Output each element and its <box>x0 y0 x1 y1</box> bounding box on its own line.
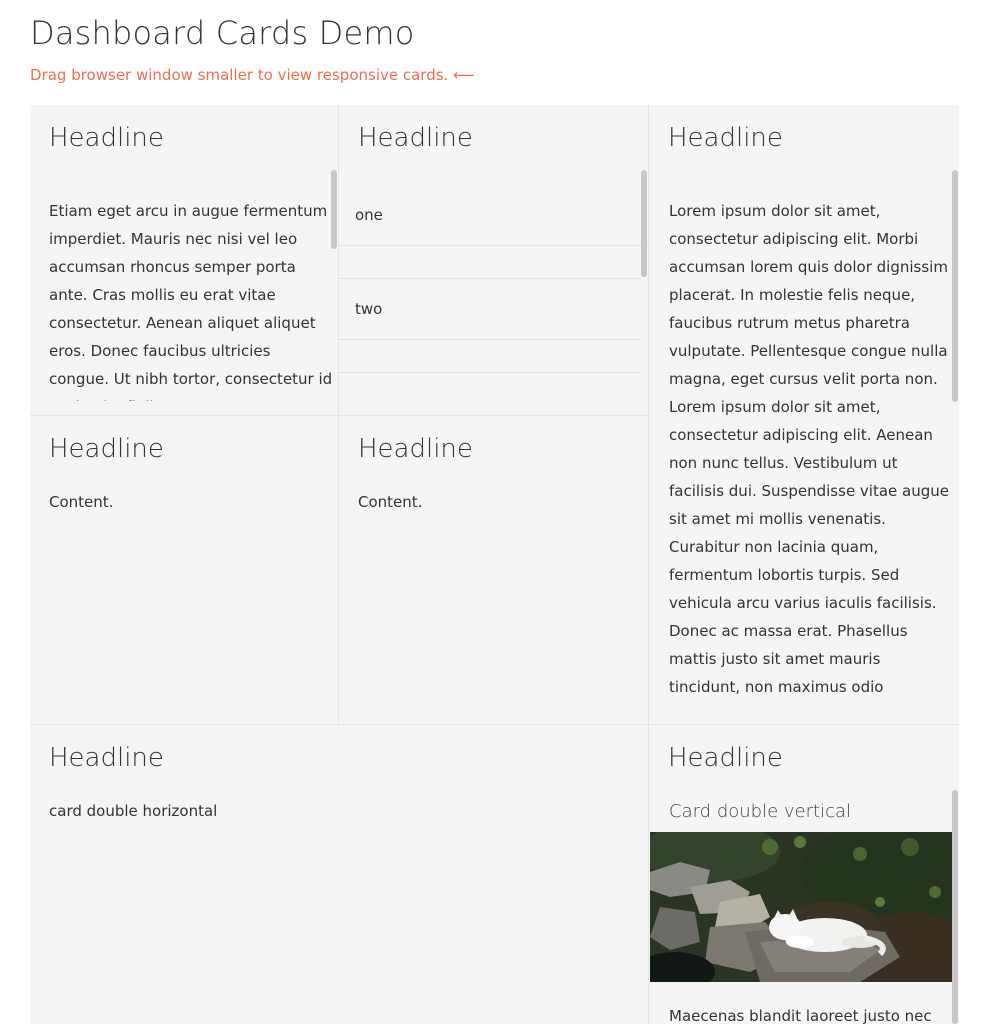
card-body-text: Content. <box>358 493 423 511</box>
card-headline: Headline <box>49 123 164 153</box>
page-title: Dashboard Cards Demo <box>30 14 415 52</box>
card-scrollbar[interactable] <box>952 170 958 402</box>
card-scrollbar[interactable] <box>952 790 958 1024</box>
card-list[interactable]: one two <box>339 185 641 403</box>
card-scroll-area[interactable]: Etiam eget arcu in augue fermentum imper… <box>49 197 334 401</box>
list-item[interactable]: one <box>339 206 641 224</box>
dashboard-grid: Headline Etiam eget arcu in augue fermen… <box>30 105 959 1024</box>
card-headline: Headline <box>49 743 164 773</box>
card-1: Headline Etiam eget arcu in augue fermen… <box>30 105 338 415</box>
card-2: Headline one two <box>339 105 648 415</box>
list-divider <box>339 339 641 340</box>
card-subheading: Card double vertical <box>669 801 852 822</box>
card-body-text: Etiam eget arcu in augue fermentum imper… <box>49 202 333 401</box>
card-double-horizontal: Headline card double horizontal <box>30 725 648 1024</box>
page-subtitle: Drag browser window smaller to view resp… <box>30 66 475 84</box>
list-item[interactable]: two <box>339 300 641 318</box>
card-body-text: card double horizontal <box>49 802 218 820</box>
cat-photo <box>650 832 952 982</box>
card-scroll-area[interactable]: Lorem ipsum dolor sit amet, consectetur … <box>669 197 949 701</box>
list-divider <box>339 278 641 279</box>
card-headline: Headline <box>668 743 783 773</box>
card-headline: Headline <box>358 123 473 153</box>
card-body-text: Maecenas blandit laoreet justo nec <box>669 1007 932 1024</box>
card-4: Headline Content. <box>30 416 338 724</box>
card-scrollbar[interactable] <box>331 170 337 249</box>
card-5: Headline Content. <box>339 416 648 724</box>
card-3: Headline Lorem ipsum dolor sit amet, con… <box>649 105 959 724</box>
list-divider <box>339 245 641 246</box>
card-headline: Headline <box>49 434 164 464</box>
card-double-vertical: Headline Card double vertical Maecenas b… <box>649 725 959 1024</box>
card-headline: Headline <box>668 123 783 153</box>
card-scrollbar[interactable] <box>641 170 647 277</box>
cat-image <box>650 832 952 982</box>
card-headline: Headline <box>358 434 473 464</box>
card-body-text: Content. <box>49 493 114 511</box>
card-body-text: Lorem ipsum dolor sit amet, consectetur … <box>669 202 949 696</box>
list-divider <box>339 372 641 373</box>
